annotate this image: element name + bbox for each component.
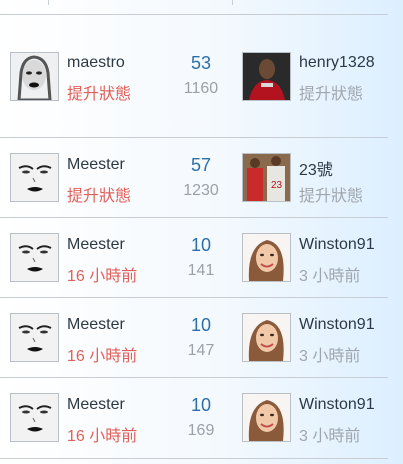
girl-portrait-avatar[interactable] [242,393,291,442]
thread-total: 141 [187,262,215,279]
right-user-time: 3 小時前 [299,348,361,365]
face-sketch-avatar[interactable] [10,233,59,282]
right-user-name[interactable]: Winston91 [299,316,375,334]
list-item: maestro 提升狀態 53 1160 henry1328 提升狀態 [0,14,388,138]
right-user-status: 提升狀態 [299,188,364,205]
soccer-player-avatar[interactable] [242,52,291,101]
left-user-name[interactable]: Meester [67,236,125,254]
thread-total: 147 [187,342,215,359]
thread-count: 53 [190,53,212,73]
thread-count: 10 [190,315,212,335]
divider-tick [232,0,233,5]
left-user-name[interactable]: Meester [67,156,125,174]
right-user-status: 提升狀態 [299,86,364,103]
list-item: Meester 16 小時前 10 147 Winston91 3 小時前 [0,297,388,378]
thread-count: 57 [190,155,212,175]
list-item: Meester 提升狀態 57 1230 23 23號 提升狀態 [0,137,388,218]
right-user-time: 3 小時前 [299,428,361,445]
left-user-time: 16 小時前 [67,348,138,365]
right-user-name[interactable]: Winston91 [299,236,375,254]
left-user-name[interactable]: Meester [67,396,125,414]
thread-count: 10 [190,395,212,415]
left-user-time: 16 小時前 [67,428,138,445]
left-user-status: 提升狀態 [67,188,132,205]
thread-total: 169 [187,422,215,439]
girl-portrait-avatar[interactable] [242,313,291,362]
svg-text:23: 23 [271,180,283,191]
top-edge [0,0,403,6]
thread-total: 1160 [183,80,219,97]
basketball-players-avatar[interactable]: 23 [242,153,291,202]
face-sketch-avatar[interactable] [10,313,59,362]
right-user-name[interactable]: Winston91 [299,396,375,414]
right-user-name[interactable]: 23號 [299,156,333,180]
thread-count: 10 [190,235,212,255]
thread-total: 1230 [183,182,219,199]
girl-portrait-avatar[interactable] [242,233,291,282]
list-item: Meester 16 小時前 10 169 Winston91 3 小時前 [0,377,388,459]
right-user-time: 3 小時前 [299,268,361,285]
right-user-name[interactable]: henry1328 [299,54,375,72]
face-sketch-avatar[interactable] [10,153,59,202]
woman-portrait-avatar[interactable] [10,52,59,101]
left-user-name[interactable]: maestro [67,54,125,72]
list-item: Meester 16 小時前 10 141 Winston91 3 小時前 [0,217,388,298]
left-user-status: 提升狀態 [67,86,132,103]
left-user-time: 16 小時前 [67,268,138,285]
left-user-name[interactable]: Meester [67,316,125,334]
divider-tick [48,0,49,5]
face-sketch-avatar[interactable] [10,393,59,442]
